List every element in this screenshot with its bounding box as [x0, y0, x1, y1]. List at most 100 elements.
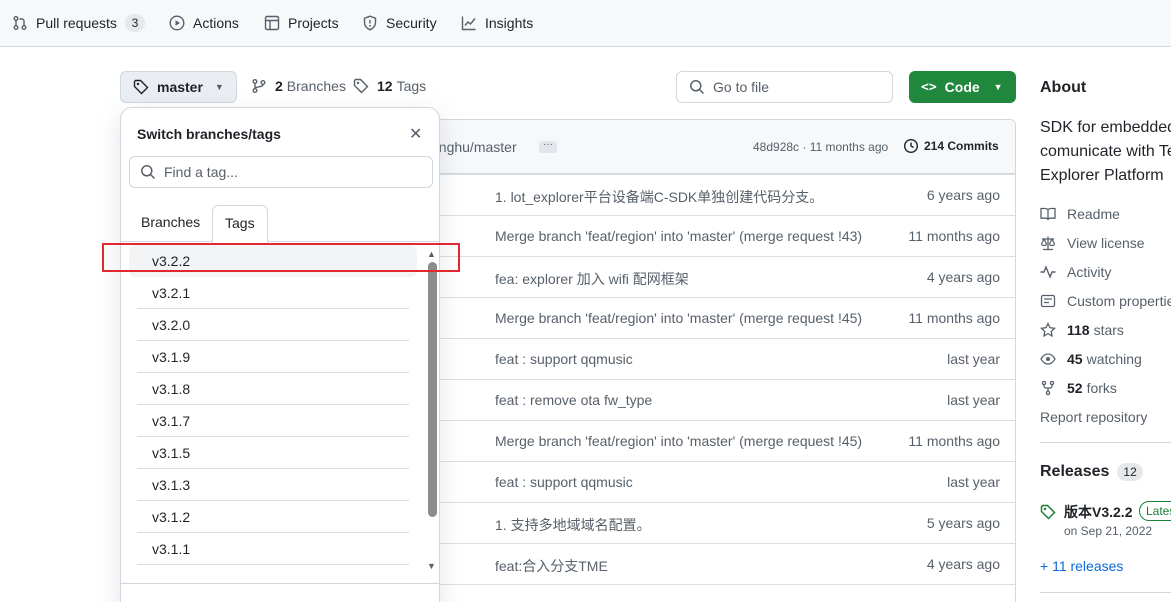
find-tag-input[interactable]: Find a tag...: [129, 156, 433, 188]
nav-pull-requests[interactable]: Pull requests 3: [12, 12, 145, 34]
commit-author[interactable]: enghu/master: [431, 139, 517, 155]
graph-icon: [461, 16, 476, 31]
note-icon: [1040, 294, 1056, 308]
stars-link[interactable]: 118 stars: [1040, 320, 1124, 340]
tag-item[interactable]: v3.2.0: [137, 309, 409, 341]
commit-sha-time[interactable]: 48d928c · 11 months ago: [753, 140, 888, 154]
activity-label: Activity: [1067, 264, 1112, 280]
commit-date: 11 months ago: [908, 433, 1000, 449]
tag-item[interactable]: v3.1.9: [137, 341, 409, 373]
tags-link[interactable]: 12 Tags: [353, 78, 426, 94]
pulse-icon: [1040, 265, 1056, 279]
branches-link[interactable]: 2 Branches: [251, 78, 346, 94]
nav-projects[interactable]: Projects: [264, 12, 339, 34]
commit-message[interactable]: Merge branch 'feat/region' into 'master'…: [495, 433, 862, 449]
tag-item[interactable]: v3.1.5: [137, 437, 409, 469]
readme-link[interactable]: Readme: [1040, 204, 1120, 224]
sidebar-divider: [1040, 442, 1171, 443]
code-icon: <>: [921, 79, 937, 95]
repo-nav: Pull requests 3 Actions Projects Securit…: [0, 0, 1171, 47]
tag-item[interactable]: v3.1.1: [137, 533, 409, 565]
ellipsis-icon[interactable]: ···: [539, 140, 557, 153]
go-to-file-placeholder: Go to file: [713, 79, 770, 95]
commit-message[interactable]: feat : support qqmusic: [495, 474, 633, 490]
tags-count: 12: [377, 78, 393, 94]
code-button[interactable]: <> Code ▼: [909, 71, 1016, 103]
commit-message[interactable]: 1. lot_explorer平台设备端C-SDK单独创建代码分支。: [495, 187, 823, 207]
scrollbar-thumb[interactable]: [428, 262, 437, 517]
search-icon: [141, 165, 156, 180]
tab-tags[interactable]: Tags: [212, 205, 268, 243]
code-button-label: Code: [944, 79, 980, 95]
commit-date: 4 years ago: [926, 269, 1000, 285]
commits-link[interactable]: 214 Commits: [903, 138, 999, 154]
commit-date: 6 years ago: [926, 187, 1000, 203]
report-repository-link[interactable]: Report repository: [1040, 407, 1147, 427]
fork-icon: [1041, 380, 1055, 396]
stars-count: 118: [1067, 322, 1090, 338]
license-label: View license: [1067, 235, 1145, 251]
latest-release-date: on Sep 21, 2022: [1064, 524, 1153, 538]
latest-release-name[interactable]: 版本V3.2.2: [1064, 502, 1132, 522]
shield-icon: [363, 15, 377, 31]
tag-item[interactable]: v3.1.2: [137, 501, 409, 533]
more-releases-link[interactable]: + 11 releases: [1040, 558, 1123, 574]
nav-security-label: Security: [386, 15, 437, 31]
tag-item[interactable]: v3.1.3: [137, 469, 409, 501]
activity-link[interactable]: Activity: [1040, 262, 1111, 282]
commit-date: 11 months ago: [908, 310, 1000, 326]
nav-actions[interactable]: Actions: [169, 12, 239, 34]
commit-date: 11 months ago: [908, 228, 1000, 244]
tag-item[interactable]: v3.1.7: [137, 405, 409, 437]
custom-properties-link[interactable]: Custom properties: [1040, 291, 1171, 311]
commit-message[interactable]: feat : remove ota fw_type: [495, 392, 652, 408]
commit-message[interactable]: feat:合入分支TME: [495, 556, 608, 576]
commit-message[interactable]: Merge branch 'feat/region' into 'master'…: [495, 228, 862, 244]
table-icon: [264, 15, 280, 31]
go-to-file-input[interactable]: Go to file: [676, 71, 893, 103]
commit-date: 4 years ago: [926, 556, 1000, 572]
forks-label: forks: [1086, 380, 1117, 396]
tag-icon: [133, 79, 149, 95]
eye-icon: [1040, 353, 1056, 365]
branch-select-button[interactable]: master ▼: [120, 71, 237, 103]
scroll-down-arrow-icon[interactable]: ▼: [427, 561, 436, 571]
watching-link[interactable]: 45 watching: [1040, 349, 1142, 369]
nav-insights[interactable]: Insights: [461, 12, 533, 34]
forks-link[interactable]: 52 forks: [1040, 378, 1117, 398]
tag-icon: [1040, 504, 1056, 520]
tag-item[interactable]: v3.1.8: [137, 373, 409, 405]
commit-message[interactable]: fea: explorer 加入 wifi 配网框架: [495, 269, 689, 289]
close-icon[interactable]: ✕: [409, 124, 422, 144]
commits-count-label: 214 Commits: [924, 139, 999, 153]
current-branch-label: master: [157, 79, 203, 95]
history-icon: [903, 138, 919, 154]
tags-label: Tags: [396, 78, 427, 94]
commit-message[interactable]: feat : support qqmusic: [495, 351, 633, 367]
commit-message[interactable]: 1. 支持多地域域名配置。: [495, 515, 651, 535]
releases-heading[interactable]: Releases 12: [1040, 463, 1143, 481]
about-description-line: SDK for embedded: [1040, 119, 1171, 136]
about-heading: About: [1040, 79, 1087, 96]
stars-label: stars: [1093, 322, 1124, 338]
releases-count-badge: 12: [1117, 463, 1143, 481]
switch-branches-tags-dropdown: Switch branches/tags ✕ Find a tag... Bra…: [120, 107, 440, 602]
about-description-line: comunicate with Te: [1040, 143, 1171, 160]
tag-item[interactable]: v3.2.1: [137, 277, 409, 309]
dropdown-footer: [121, 583, 439, 602]
readme-label: Readme: [1067, 206, 1120, 222]
star-icon: [1040, 322, 1056, 338]
sidebar-divider: [1040, 592, 1171, 593]
commit-date: last year: [947, 474, 1000, 490]
law-icon: [1040, 236, 1056, 251]
license-link[interactable]: View license: [1040, 233, 1145, 253]
releases-title: Releases: [1040, 463, 1110, 480]
nav-security[interactable]: Security: [362, 12, 437, 34]
report-repository-label: Report repository: [1040, 409, 1148, 425]
chevron-down-icon: ▼: [214, 82, 224, 92]
commit-message[interactable]: Merge branch 'feat/region' into 'master'…: [495, 310, 862, 326]
nav-pull-requests-label: Pull requests: [36, 15, 117, 31]
find-tag-placeholder: Find a tag...: [164, 164, 238, 180]
branches-count: 2: [275, 78, 283, 94]
tab-branches[interactable]: Branches: [129, 205, 212, 242]
